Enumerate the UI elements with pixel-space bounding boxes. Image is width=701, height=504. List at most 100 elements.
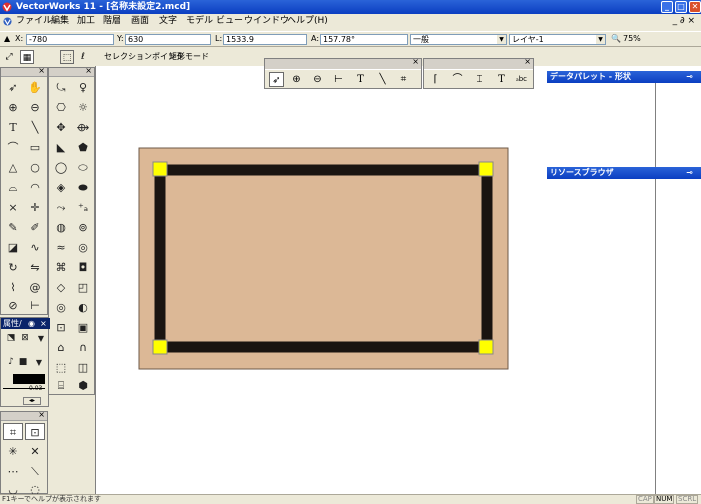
close-button[interactable]: ✕ [689,1,701,13]
maximize-button[interactable]: □ [675,1,687,13]
selection-handle-top-left[interactable] [152,161,168,177]
zoom-value[interactable]: 75% [623,34,641,43]
circle-icon[interactable]: ○ [25,159,45,176]
door-icon[interactable]: ⌘ [51,259,71,276]
locus-icon[interactable]: × [3,199,23,216]
freehand-icon[interactable]: ∿ [25,239,45,256]
menu-help[interactable]: ヘルプ(H) [287,14,328,29]
panel-icon[interactable]: ◎ [51,299,71,316]
rectangle-mode-icon[interactable]: ⬚ [60,50,74,64]
spiral-icon[interactable]: @ [25,279,45,296]
stair-icon[interactable]: ◣ [51,139,71,156]
mesh-icon[interactable]: ⬬ [73,179,93,196]
line-color-swatch[interactable] [13,374,45,384]
prism-icon[interactable]: ⬢ [73,377,93,394]
hand-icon[interactable]: ✋ [25,79,45,96]
arch-icon[interactable]: ∩ [73,339,93,356]
walkthrough-icon[interactable]: ♀ [73,79,93,96]
y-field[interactable]: 630 [125,34,211,45]
polygon-icon[interactable]: △ [3,159,23,176]
length-field[interactable]: 1533.9 [223,34,307,45]
nurbs-icon[interactable]: ⤳ [51,199,71,216]
mirror-icon[interactable]: ⇋ [25,259,45,276]
rotate-view-icon[interactable]: ✥ [51,119,71,136]
menu-window[interactable]: ウインドウ [244,14,289,29]
basic-tools-titlebar[interactable]: × [1,66,47,77]
frame-icon[interactable]: ◐ [73,299,93,316]
solid-icon[interactable]: ◈ [51,179,71,196]
point-icon[interactable]: ✛ [25,199,45,216]
angle-field[interactable]: 157.78° [320,34,408,45]
menu-view[interactable]: 画面 [131,14,149,29]
curve-icon[interactable]: ⌒ [3,139,23,156]
zoom-in-icon[interactable]: ⊕ [289,72,304,87]
arc-icon[interactable]: ◠ [25,179,45,196]
paint-icon[interactable]: ✐ [25,219,45,236]
floating-tools-titlebar[interactable]: × [265,57,421,70]
light-icon[interactable]: ☼ [73,99,93,116]
document-window-controls[interactable]: _ ∂ × [673,14,695,29]
slab-icon[interactable]: ▣ [73,319,93,336]
close-icon[interactable]: × [40,318,47,329]
pin-icon[interactable]: ⊸ [686,167,693,179]
close-icon[interactable]: × [38,66,45,75]
snap-edge-icon[interactable]: ✕ [25,443,45,460]
dimension-abc-icon[interactable]: ₐbc [514,72,529,87]
chevron-down-icon[interactable]: ▼ [29,354,49,371]
dimension-icon[interactable]: ⊢ [25,297,45,314]
zoom-out-icon[interactable]: ⊖ [25,99,45,116]
dimension-icon[interactable]: ⊢ [331,72,346,87]
pin-icon[interactable]: ◉ [28,318,35,329]
selection-handle-bottom-right[interactable] [478,339,494,355]
zoom-out-icon[interactable]: ⊖ [310,72,325,87]
arrowhead-selector[interactable]: ◂▸ [23,397,41,405]
sweep-icon[interactable]: ⟴ [73,119,93,136]
menu-text[interactable]: 文字 [159,14,177,29]
menu-edit[interactable]: 編集 [51,14,69,29]
text-icon[interactable]: T [353,72,368,87]
data-palette-header[interactable]: データパレット - 形状 ⊸ [547,71,701,83]
column-icon[interactable]: ◇ [51,279,71,296]
resource-browser-header[interactable]: リソースブラウザ ⊸ [547,167,701,179]
menu-modify[interactable]: 加工 [77,14,95,29]
selection-handle-top-right[interactable] [478,161,494,177]
line-icon[interactable]: ╲ [375,72,390,87]
selection-handle-bottom-left[interactable] [152,339,168,355]
close-icon[interactable]: × [524,57,531,66]
arrow-icon[interactable]: ➶ [269,72,284,87]
dimension-linear-icon[interactable]: ⌶ [472,72,487,87]
loft-icon[interactable]: ⁺ₐ [73,199,93,216]
menu-model[interactable]: モデル [186,14,213,29]
snap-titlebar[interactable]: × [1,410,47,421]
resize-icon[interactable]: ⤢ [2,50,16,64]
line-weight-value[interactable]: 0.03 [29,385,42,392]
pen-icon[interactable]: ✎ [3,219,23,236]
rotate-icon[interactable]: ↻ [3,259,23,276]
pipe-icon[interactable]: ◍ [51,219,71,236]
arrow-icon[interactable]: ➶ [3,79,23,96]
grid-icon[interactable]: ⌗ [396,72,411,87]
cube-icon[interactable]: ⬚ [51,359,71,376]
polyline-icon[interactable]: ⌓ [3,179,23,196]
zoom-in-icon[interactable]: ⊕ [3,99,23,116]
zoom-icon[interactable]: 🔍 [611,34,621,43]
dimension-constrained-icon[interactable]: ⌈ [428,72,443,87]
close-icon[interactable]: × [412,57,419,66]
beam-icon[interactable]: ⊡ [51,319,71,336]
menu-view3d[interactable]: ビュー [216,14,243,29]
chevron-down-icon[interactable]: ▼ [31,330,51,347]
cylinder-icon[interactable]: ⌸ [51,377,71,394]
snap-grid-icon[interactable]: ⌗ [3,423,23,440]
mode-single-icon[interactable]: ▦ [20,50,34,64]
pin-icon[interactable]: ⊸ [686,71,693,83]
drawing-area[interactable] [95,66,701,494]
shell-icon[interactable]: ⊚ [73,219,93,236]
box-icon[interactable]: ◫ [73,359,93,376]
rectangle-shape[interactable] [138,147,509,370]
camera-icon[interactable]: ⎔ [51,99,71,116]
text-icon[interactable]: T [3,119,23,136]
wave-icon[interactable]: ⌇ [3,279,23,296]
close-icon[interactable]: × [85,66,92,75]
line-icon[interactable]: ╲ [25,119,45,136]
close-icon[interactable]: × [38,410,45,419]
